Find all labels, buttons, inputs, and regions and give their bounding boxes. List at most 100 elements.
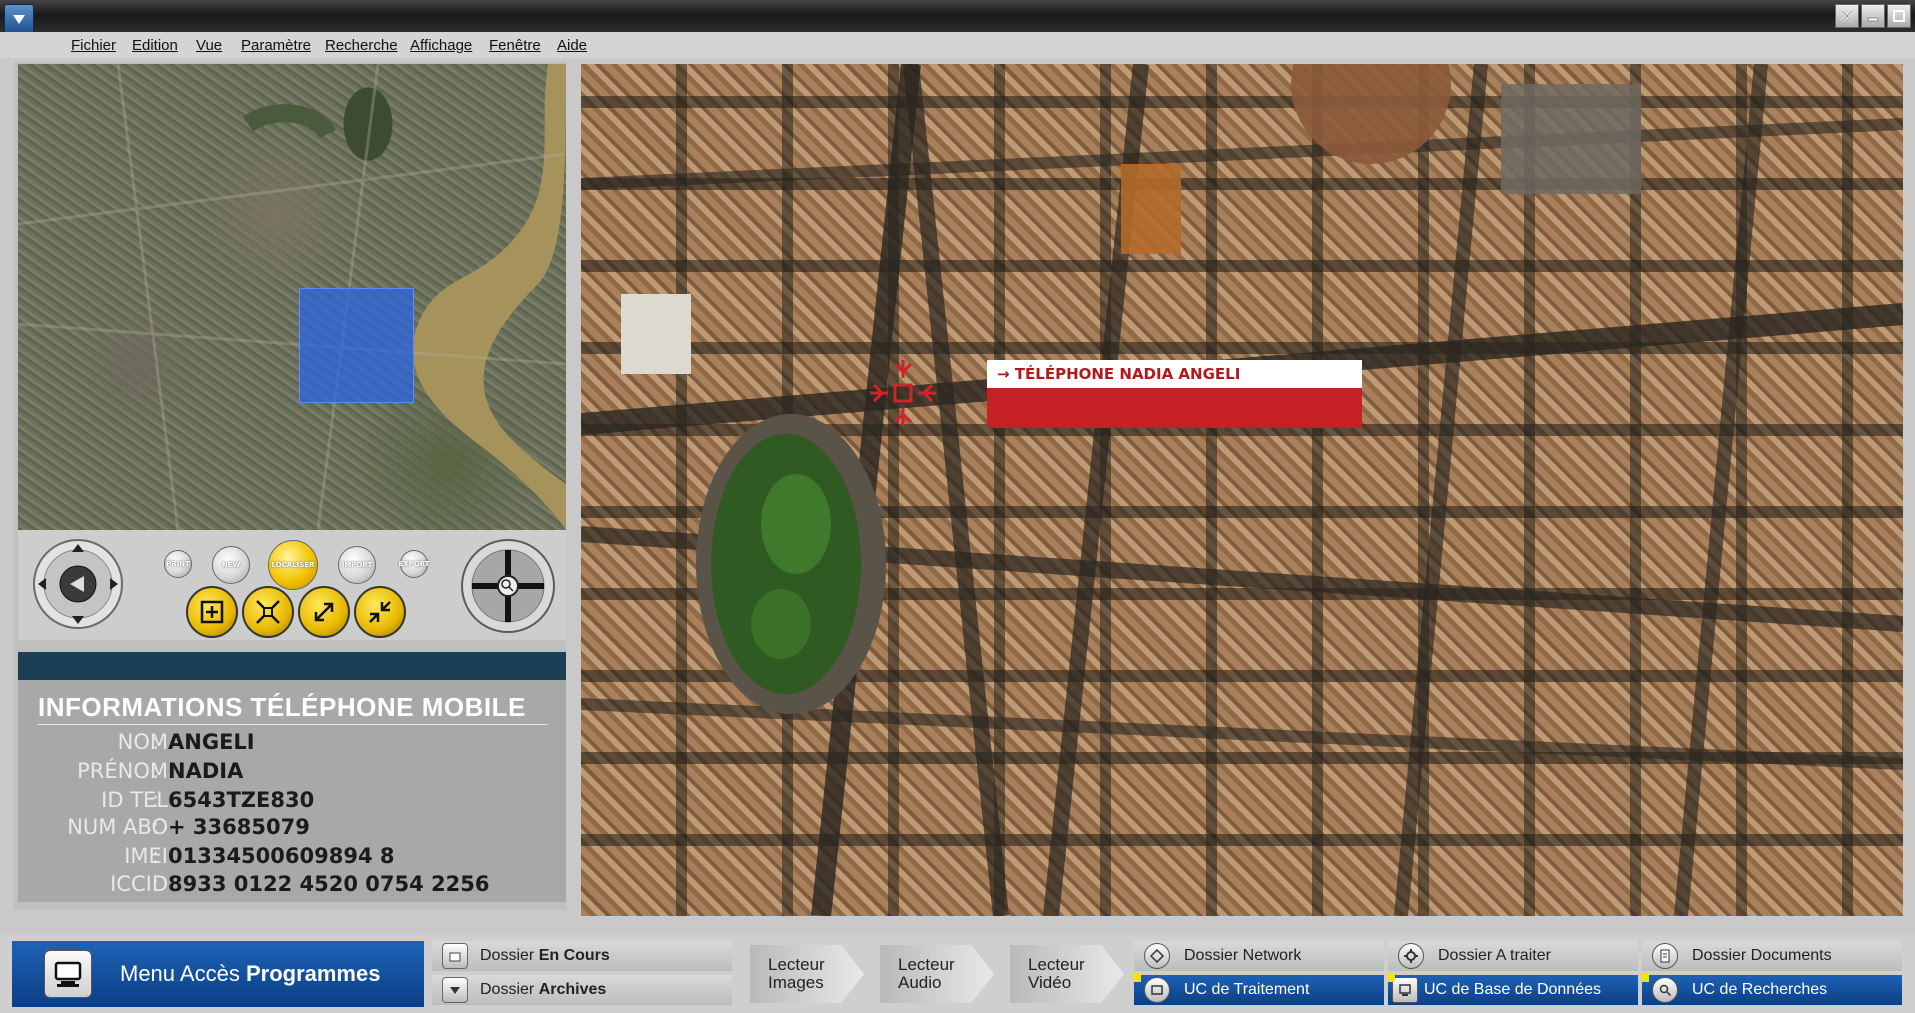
- processing-icon: [1144, 977, 1170, 1003]
- info-value: NADIA: [168, 759, 244, 783]
- menu-fenetre[interactable]: Fenêtre: [489, 37, 541, 54]
- close-icon: [1841, 10, 1853, 22]
- uc-base-de-donnees-button[interactable]: UC de Base de Données: [1387, 974, 1638, 1005]
- zoom-out-icon: [369, 601, 391, 623]
- phone-location-marker[interactable]: [868, 358, 938, 428]
- programs-menu-button[interactable]: Menu Accès Programmes: [12, 941, 424, 1007]
- lecteur-video-button[interactable]: Lecteur Vidéo: [1010, 945, 1124, 1003]
- menu-parametre[interactable]: Paramètre: [241, 37, 311, 54]
- dossier-a-traiter-button[interactable]: Dossier A traiter: [1388, 941, 1638, 971]
- info-row-iccid: ICCID : 8933 0122 4520 0754 2256: [18, 872, 566, 900]
- zoom-wheel[interactable]: [460, 538, 556, 634]
- window-controls: [1835, 4, 1911, 28]
- status-led: [1387, 974, 1395, 982]
- fit-icon: [200, 600, 224, 624]
- lecteur-audio-label: Lecteur Audio: [898, 955, 955, 992]
- uc-recherches-button[interactable]: UC de Recherches: [1641, 974, 1902, 1005]
- info-label: NOM: [117, 730, 168, 754]
- uc-base-de-donnees-label: UC de Base de Données: [1424, 981, 1601, 998]
- center-view-button[interactable]: [242, 586, 294, 638]
- info-colon: :: [152, 730, 160, 754]
- menu-edition[interactable]: Edition: [132, 37, 178, 54]
- overview-map[interactable]: [18, 64, 566, 530]
- info-colon: :: [152, 872, 160, 896]
- gear-icon: [1398, 943, 1424, 969]
- info-label: IMEI: [124, 844, 168, 868]
- info-colon: :: [152, 844, 160, 868]
- phone-location-callout[interactable]: → TÉLÉPHONE NADIA ANGELI: [987, 360, 1362, 428]
- map-viewport-indicator[interactable]: [299, 288, 414, 403]
- lecteur-images-label: Lecteur Images: [768, 955, 825, 992]
- fit-view-button[interactable]: [186, 586, 238, 638]
- callout-label: → TÉLÉPHONE NADIA ANGELI: [987, 360, 1362, 388]
- info-row-id-tel: ID TEL : 6543TZE830: [18, 788, 566, 816]
- triangle-down-icon: [13, 15, 25, 24]
- import-button[interactable]: IMPORT: [338, 546, 376, 584]
- dossier-archives-button[interactable]: Dossier Archives: [432, 975, 732, 1005]
- minimize-window-button[interactable]: [1861, 4, 1885, 28]
- callout-bar: [987, 388, 1362, 428]
- info-value: ANGELI: [168, 730, 255, 754]
- maximize-window-button[interactable]: [1887, 4, 1911, 28]
- info-row-prenom: PRÉNOM : NADIA: [18, 759, 566, 787]
- dossier-a-traiter-label: Dossier A traiter: [1438, 947, 1551, 964]
- zoom-out-button[interactable]: [354, 586, 406, 638]
- dossier-network-label: Dossier Network: [1184, 947, 1302, 964]
- maximize-icon: [1893, 10, 1905, 22]
- info-colon: :: [152, 815, 160, 839]
- info-divider: [38, 724, 548, 725]
- menu-bar: Fichier Edition Vue Paramètre Recherche …: [0, 32, 1915, 58]
- lecteur-audio-button[interactable]: Lecteur Audio: [880, 945, 994, 1003]
- dossier-network-button[interactable]: Dossier Network: [1134, 941, 1384, 971]
- new-button[interactable]: NEW: [212, 546, 250, 584]
- info-value: 6543TZE830: [168, 788, 315, 812]
- info-colon: :: [152, 759, 160, 783]
- info-row-num-abo: NUM ABO : + 33685079: [18, 815, 566, 843]
- lecteur-video-label: Lecteur Vidéo: [1028, 955, 1085, 992]
- mobile-phone-info-panel: INFORMATIONS TÉLÉPHONE MOBILE NOM : ANGE…: [18, 680, 566, 902]
- menu-recherche[interactable]: Recherche: [325, 37, 398, 54]
- satellite-map[interactable]: [581, 64, 1903, 916]
- uc-recherches-label: UC de Recherches: [1692, 981, 1828, 998]
- database-icon: [1392, 977, 1418, 1003]
- menu-aide[interactable]: Aide: [557, 37, 587, 54]
- zoom-in-button[interactable]: [298, 586, 350, 638]
- uc-traitement-button[interactable]: UC de Traitement: [1133, 974, 1384, 1005]
- info-colon: :: [152, 788, 160, 812]
- info-header-bar: [18, 652, 566, 680]
- menu-vue[interactable]: Vue: [196, 37, 222, 54]
- menu-affichage[interactable]: Affichage: [410, 37, 472, 54]
- map-controls: PRINT NEW LOCALISER IMPORT EXPORT: [18, 530, 566, 640]
- search-icon: [1652, 977, 1678, 1003]
- info-value: 01334500609894 8: [168, 844, 395, 868]
- system-menu-button[interactable]: [4, 4, 34, 34]
- dossier-en-cours-label: Dossier En Cours: [480, 947, 610, 964]
- pan-joystick[interactable]: [32, 538, 124, 630]
- dossier-documents-button[interactable]: Dossier Documents: [1642, 941, 1902, 971]
- zoom-in-icon: [314, 602, 334, 622]
- lecteur-images-button[interactable]: Lecteur Images: [750, 945, 864, 1003]
- info-value: + 33685079: [168, 815, 310, 839]
- info-value: 8933 0122 4520 0754 2256: [168, 872, 490, 896]
- info-row-nom: NOM : ANGELI: [18, 730, 566, 758]
- minimize-icon: [1867, 17, 1879, 22]
- print-button[interactable]: PRINT: [164, 550, 192, 578]
- computer-icon: [44, 950, 92, 998]
- dossier-archives-label: Dossier Archives: [480, 981, 607, 998]
- info-row-imei: IMEI : 01334500609894 8: [18, 844, 566, 872]
- export-button[interactable]: EXPORT: [398, 550, 430, 578]
- info-panel-title: INFORMATIONS TÉLÉPHONE MOBILE: [38, 692, 526, 722]
- close-window-button[interactable]: [1835, 4, 1859, 28]
- dossier-en-cours-button[interactable]: Dossier En Cours: [432, 941, 732, 971]
- dossier-documents-label: Dossier Documents: [1692, 947, 1832, 964]
- river-shape: [18, 64, 566, 530]
- title-bar: [0, 0, 1915, 34]
- center-icon: [256, 600, 280, 624]
- localiser-button[interactable]: LOCALISER: [268, 540, 318, 590]
- menu-fichier[interactable]: Fichier: [71, 37, 116, 54]
- network-icon: [1144, 943, 1170, 969]
- street-overlay: [581, 64, 1903, 916]
- document-icon: [1652, 943, 1678, 969]
- taskbar: Menu Accès Programmes Dossier En Cours D…: [0, 935, 1915, 1013]
- uc-traitement-label: UC de Traitement: [1184, 981, 1310, 998]
